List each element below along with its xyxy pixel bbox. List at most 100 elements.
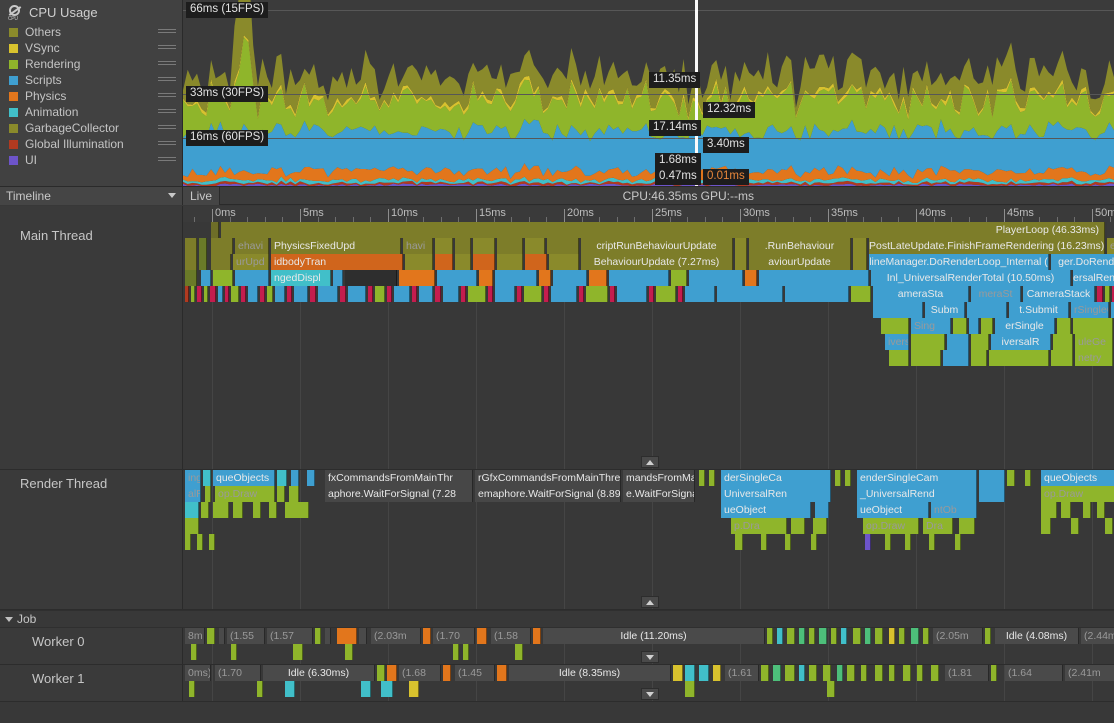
timeline-sample-block[interactable] <box>809 665 817 681</box>
timeline-sample-block[interactable] <box>853 238 867 254</box>
timeline-sample[interactable]: .RunBehaviour <box>749 238 851 254</box>
timeline-sample-block[interactable] <box>199 238 207 254</box>
timeline-sample-block[interactable] <box>923 628 929 644</box>
timeline-sample-block[interactable] <box>853 628 861 644</box>
thread-lane-host[interactable]: PlayerLoop (46.33ms)ehaviPhysicsFixedUpd… <box>183 222 1114 470</box>
timeline-sample-block[interactable] <box>191 644 197 660</box>
timeline-sample-block[interactable] <box>419 286 433 302</box>
timeline-sample-block[interactable] <box>381 681 393 697</box>
timeline-sample[interactable]: rGfxCommandsFromMainThread <box>475 470 621 486</box>
timeline-sample[interactable]: lineManager.DoRenderLoop_Internal ( <box>869 254 1049 270</box>
timeline-sample-block[interactable] <box>213 502 229 518</box>
timeline-sample[interactable]: (1.55 <box>227 628 265 644</box>
timeline-sample-block[interactable] <box>971 350 987 366</box>
timeline-sample-block[interactable] <box>359 628 367 644</box>
timeline-sample[interactable]: queObjects <box>1041 470 1114 486</box>
timeline-sample-block[interactable] <box>815 502 829 518</box>
timeline-sample-block[interactable] <box>443 665 451 681</box>
timeline-sample-block[interactable] <box>785 665 795 681</box>
timeline-sample-block[interactable] <box>318 286 338 302</box>
chevron-down-icon[interactable] <box>5 617 13 622</box>
drag-handle-icon[interactable] <box>158 157 176 163</box>
worker-name-label[interactable]: Worker 0 <box>0 628 182 649</box>
timeline-sample-block[interactable] <box>199 254 207 270</box>
timeline-sample-block[interactable] <box>1097 502 1105 518</box>
timeline-sample-block[interactable] <box>787 628 795 644</box>
timeline-sample[interactable]: op.Draw <box>215 486 275 502</box>
timeline-sample[interactable]: meraSt <box>971 286 1021 302</box>
timeline-sample-block[interactable] <box>423 628 431 644</box>
timeline-sample-block[interactable] <box>340 286 346 302</box>
timeline-sample[interactable]: Sing <box>911 318 951 334</box>
timeline-sample-block[interactable] <box>260 286 265 302</box>
timeline-sample-block[interactable] <box>1061 502 1071 518</box>
timeline-sample-block[interactable] <box>325 628 331 644</box>
timeline-sample-block[interactable] <box>745 270 757 286</box>
timeline-sample-block[interactable] <box>525 254 547 270</box>
timeline-sample-block[interactable] <box>437 270 477 286</box>
legend-item-others[interactable]: Others <box>0 24 182 40</box>
timeline-sample-block[interactable] <box>773 665 781 681</box>
timeline-sample-block[interactable] <box>248 286 258 302</box>
timeline-sample-block[interactable] <box>1057 318 1071 334</box>
timeline-sample[interactable]: BehaviourUpdate (7.27ms) <box>581 254 733 270</box>
timeline-sample[interactable]: (1.45 <box>455 665 495 681</box>
timeline-sample-block[interactable] <box>991 665 997 681</box>
timeline-sample-block[interactable] <box>717 286 783 302</box>
timeline-sample-block[interactable] <box>813 518 827 534</box>
timeline-sample-block[interactable] <box>377 665 385 681</box>
timeline-sample-block[interactable] <box>455 238 471 254</box>
timeline-sample-block[interactable] <box>209 534 215 550</box>
cpu-usage-graph[interactable]: 66ms (15FPS)33ms (30FPS)16ms (60FPS) 11.… <box>183 0 1114 187</box>
timeline-sample[interactable]: Idle (11.20ms) <box>543 628 765 644</box>
timeline-sample[interactable]: Idle (6.30ms) <box>263 665 375 681</box>
timeline-sample-block[interactable] <box>307 470 315 486</box>
timeline-sample[interactable]: op.Draw <box>1041 486 1114 502</box>
drag-handle-icon[interactable] <box>158 61 176 67</box>
timeline-sample-block[interactable] <box>524 286 542 302</box>
timeline-sample-block[interactable] <box>903 665 911 681</box>
job-group-header[interactable]: Job <box>0 610 1114 628</box>
timeline-sample[interactable]: t.Submit <box>1009 302 1069 318</box>
timeline-sample-block[interactable] <box>387 286 392 302</box>
timeline-sample[interactable]: CameraStack <box>1023 286 1095 302</box>
legend-item-physics[interactable]: Physics <box>0 88 182 104</box>
timeline-sample-block[interactable] <box>847 665 855 681</box>
timeline-sample-block[interactable] <box>203 470 211 486</box>
timeline-sample-block[interactable] <box>294 286 308 302</box>
timeline-sample[interactable]: (1.70 <box>215 665 261 681</box>
timeline-sample-block[interactable] <box>610 286 615 302</box>
timeline-sample[interactable]: ing <box>185 470 201 486</box>
timeline-sample-block[interactable] <box>285 502 309 518</box>
timeline-sample-block[interactable] <box>435 286 441 302</box>
timeline-sample-block[interactable] <box>435 238 453 254</box>
timeline-sample[interactable]: (1.61 <box>725 665 759 681</box>
timeline-sample-block[interactable] <box>257 681 263 697</box>
timeline-sample-block[interactable] <box>337 628 357 644</box>
timeline-sample-block[interactable] <box>285 681 295 697</box>
timeline-sample-block[interactable] <box>455 254 471 270</box>
timeline-sample-block[interactable] <box>551 286 577 302</box>
timeline-sample-block[interactable] <box>368 286 373 302</box>
timeline-sample[interactable]: ueObject <box>721 502 811 518</box>
timeline-sample-block[interactable] <box>1107 222 1114 238</box>
timeline-sample-block[interactable] <box>979 486 1005 502</box>
timeline-sample-block[interactable] <box>185 534 191 550</box>
timeline-sample-block[interactable] <box>673 665 683 681</box>
timeline-sample-block[interactable] <box>463 644 469 660</box>
timeline-sample-block[interactable] <box>185 286 189 302</box>
timeline-sample-block[interactable] <box>767 628 773 644</box>
timeline-sample-block[interactable] <box>981 318 993 334</box>
timeline-sample-block[interactable] <box>310 286 316 302</box>
timeline-sample-block[interactable] <box>889 628 895 644</box>
timeline-sample-block[interactable] <box>785 286 849 302</box>
timeline-sample[interactable]: (1.64 <box>1005 665 1063 681</box>
timeline-sample[interactable]: (2.03m <box>371 628 421 644</box>
timeline-sample-block[interactable] <box>405 254 433 270</box>
timeline-sample-block[interactable] <box>1041 502 1057 518</box>
timeline-sample-block[interactable] <box>197 534 203 550</box>
timeline-sample-block[interactable] <box>479 270 493 286</box>
timeline-sample-block[interactable] <box>253 502 261 518</box>
timeline-sample-block[interactable] <box>1105 518 1113 534</box>
timeline-sample-block[interactable] <box>225 286 229 302</box>
